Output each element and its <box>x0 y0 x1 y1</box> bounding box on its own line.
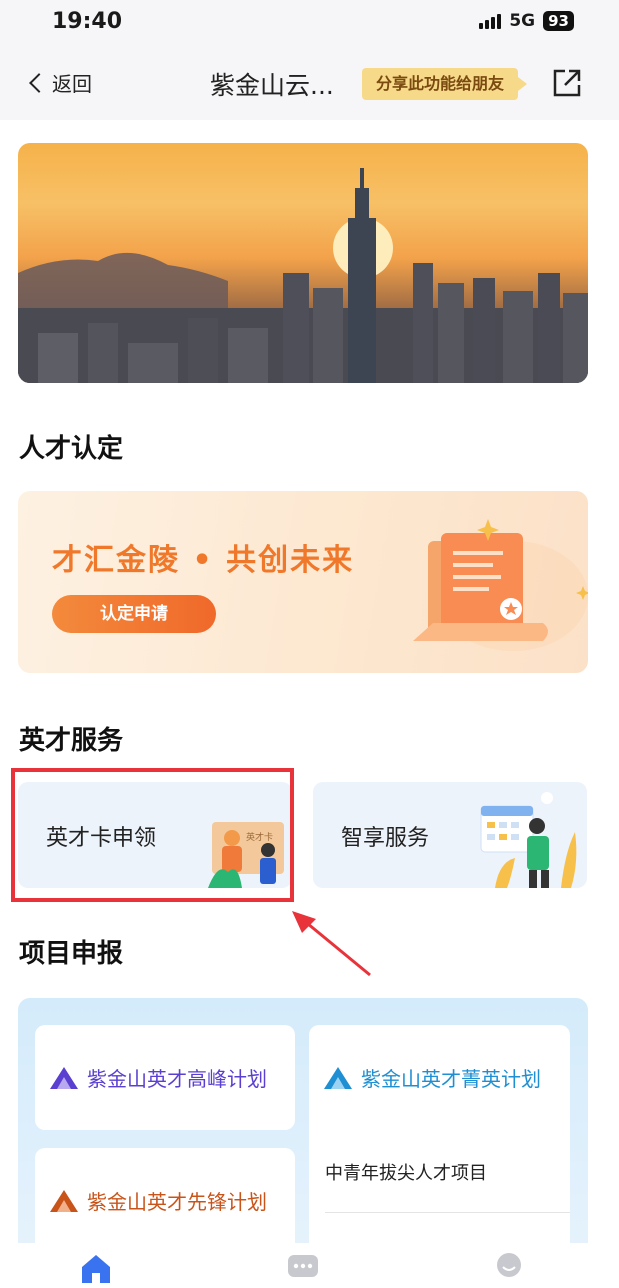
network-type: 5G <box>509 11 536 31</box>
back-button[interactable]: 返回 <box>26 68 92 97</box>
project-card-pioneer[interactable]: 紫金山英才先锋计划 <box>35 1148 295 1243</box>
status-time: 19:40 <box>52 9 123 34</box>
profile-icon[interactable] <box>493 1251 525 1283</box>
chat-icon[interactable] <box>286 1253 320 1281</box>
project-label: 紫金山英才菁英计划 <box>361 1067 541 1091</box>
apply-button[interactable]: 认定申请 <box>52 595 216 633</box>
mountain-logo-icon <box>50 1189 78 1212</box>
city-skyline-illustration <box>18 168 588 383</box>
highlight-box <box>11 768 294 902</box>
projects-panel: 紫金山英才高峰计划 紫金山英才菁英计划 中青年拔尖人才项目 紫金山英才先锋计划 <box>18 998 588 1243</box>
project-card-elite[interactable]: 紫金山英才菁英计划 中青年拔尖人才项目 <box>309 1025 570 1243</box>
status-bar: 19:40 5G 93 <box>0 0 619 50</box>
talent-section-title: 人才认定 <box>19 434 124 464</box>
signal-icon <box>479 13 502 29</box>
services-section-title: 英才服务 <box>19 726 124 756</box>
mountain-logo-icon <box>324 1066 352 1089</box>
battery-icon: 93 <box>543 11 574 31</box>
share-tooltip[interactable]: 分享此功能给朋友 <box>362 68 528 100</box>
bottom-tab-bar <box>0 1243 619 1288</box>
project-label: 紫金山英才先锋计划 <box>87 1190 267 1214</box>
projects-section-title: 项目申报 <box>19 939 124 969</box>
service-label: 智享服务 <box>341 826 430 851</box>
smart-service-illustration <box>480 792 577 888</box>
project-label: 紫金山英才高峰计划 <box>87 1067 267 1091</box>
project-subtitle[interactable]: 中青年拔尖人才项目 <box>325 1159 487 1185</box>
arrow-icon <box>292 911 371 977</box>
back-label: 返回 <box>52 72 92 96</box>
smart-service-card[interactable]: 智享服务 <box>313 782 587 888</box>
talent-certification-banner[interactable]: 才汇金陵 • 共创未来 认定申请 <box>18 491 588 673</box>
home-icon[interactable] <box>80 1253 112 1283</box>
divider <box>325 1212 570 1213</box>
nav-bar: 返回 紫金山云... 分享此功能给朋友 <box>0 50 619 120</box>
document-illustration <box>413 519 588 651</box>
banner-slogan: 才汇金陵 • 共创未来 <box>52 543 355 578</box>
chevron-left-icon <box>29 72 49 93</box>
hero-banner-image[interactable] <box>18 143 588 383</box>
share-icon[interactable] <box>551 67 583 99</box>
page-title: 紫金山云... <box>210 71 334 100</box>
status-indicators: 5G 93 <box>479 11 574 31</box>
mountain-logo-icon <box>50 1066 78 1089</box>
project-card-peak[interactable]: 紫金山英才高峰计划 <box>35 1025 295 1130</box>
